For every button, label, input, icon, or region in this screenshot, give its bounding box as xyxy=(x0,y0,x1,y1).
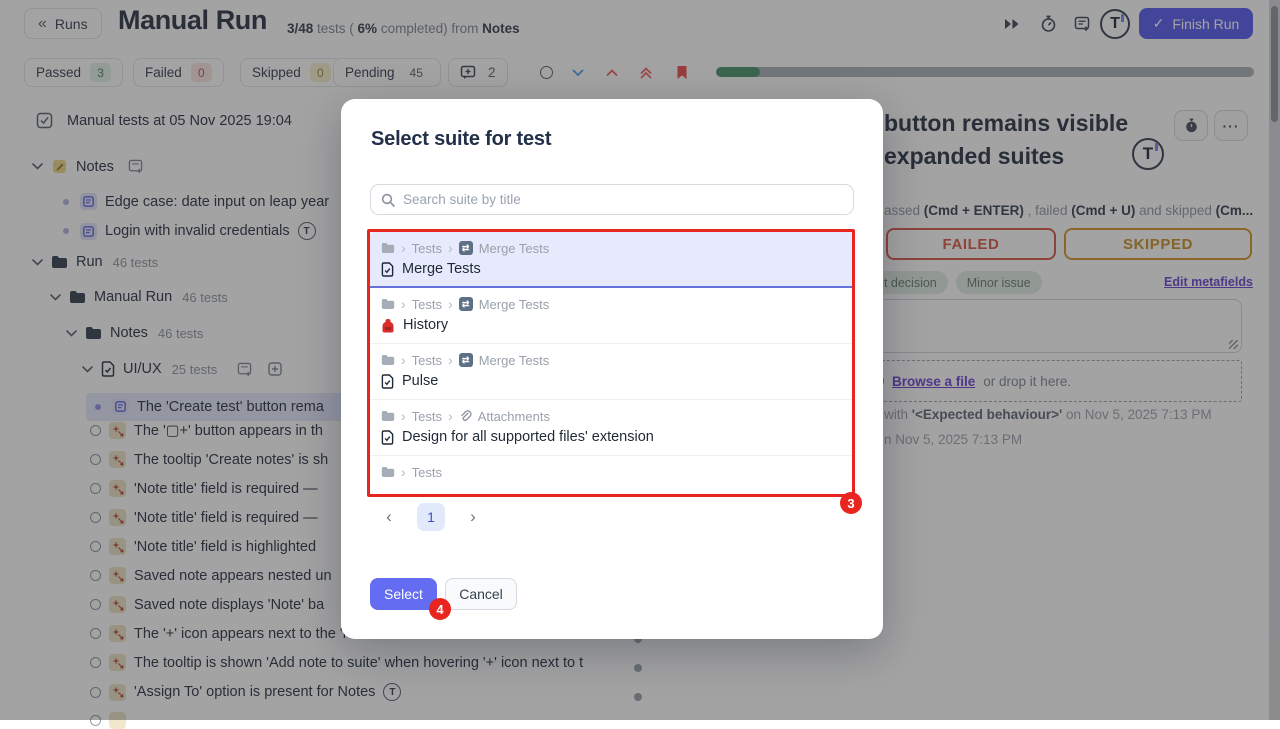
suite-option[interactable]: ›Tests › ⇄ Merge Tests History xyxy=(369,288,854,344)
annotation-step-3-badge: 3 xyxy=(840,492,862,514)
search-icon xyxy=(381,193,395,207)
suite-option-selected[interactable]: ›Tests › ⇄ Merge Tests Merge Tests xyxy=(369,232,854,288)
root-folder-icon xyxy=(381,242,395,254)
root-folder-icon xyxy=(381,298,395,310)
suite-search-input[interactable] xyxy=(403,192,843,207)
suite-option-title: Merge Tests xyxy=(381,261,842,277)
page-number[interactable]: 1 xyxy=(417,503,445,531)
merge-suite-icon: ⇄ xyxy=(459,241,473,255)
root-folder-icon xyxy=(381,410,395,422)
merge-suite-icon: ⇄ xyxy=(459,353,473,367)
suite-list: ›Tests › ⇄ Merge Tests Merge Tests ›Test… xyxy=(368,231,855,496)
suite-option-title: History xyxy=(381,317,842,333)
pagination: ‹ 1 › xyxy=(377,503,485,531)
modal-title: Select suite for test xyxy=(371,128,551,151)
suite-breadcrumb: ›Tests › ⇄ Merge Tests xyxy=(381,352,842,368)
suite-breadcrumb: ›Tests xyxy=(381,464,842,480)
next-page-icon[interactable]: › xyxy=(461,504,485,530)
suite-option[interactable]: ›Tests › ⇄ Merge Tests Pulse xyxy=(369,344,854,400)
suite-breadcrumb: ›Tests › ⇄ Merge Tests xyxy=(381,240,842,256)
root-folder-icon xyxy=(381,354,395,366)
doc-check-icon xyxy=(381,262,394,277)
select-button[interactable]: Select xyxy=(370,578,437,610)
doc-check-icon xyxy=(381,430,394,445)
suite-option-title: Design for all supported files' extensio… xyxy=(381,429,842,445)
suite-option[interactable]: ›Tests xyxy=(369,456,854,496)
prev-page-icon[interactable]: ‹ xyxy=(377,504,401,530)
cancel-button[interactable]: Cancel xyxy=(445,578,517,610)
annotation-step-4-badge: 4 xyxy=(429,598,451,620)
suite-option[interactable]: ›Tests › Attachments Design for all supp… xyxy=(369,400,854,456)
select-suite-modal: Select suite for test ›Tests › ⇄ Merge T… xyxy=(341,99,883,639)
backpack-icon xyxy=(381,318,395,333)
paperclip-icon xyxy=(459,410,472,423)
suite-option-title: Pulse xyxy=(381,373,842,389)
merge-suite-icon: ⇄ xyxy=(459,297,473,311)
root-folder-icon xyxy=(381,466,395,478)
doc-check-icon xyxy=(381,374,394,389)
suite-breadcrumb: ›Tests › Attachments xyxy=(381,408,842,424)
suite-search-box[interactable] xyxy=(370,184,854,215)
suite-breadcrumb: ›Tests › ⇄ Merge Tests xyxy=(381,296,842,312)
